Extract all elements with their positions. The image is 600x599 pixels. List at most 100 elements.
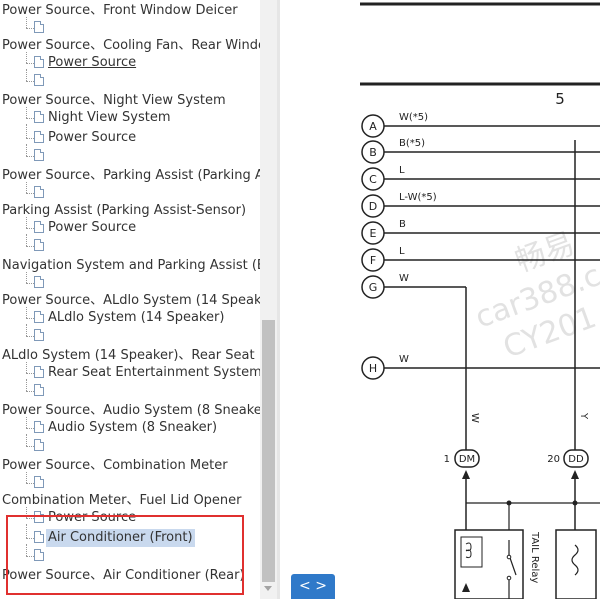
connector-e-label: E: [370, 227, 377, 240]
tree-parent-item[interactable]: Power Source、Air Conditioner (Rear): [2, 567, 244, 585]
wire-label-y-vertical: Y: [578, 412, 589, 420]
document-icon: [34, 21, 44, 33]
tree-connector: [26, 63, 34, 64]
connector-f-label: F: [370, 254, 376, 267]
connector-a-label: A: [369, 120, 377, 133]
tree-connector: [26, 272, 27, 283]
tree-connector: [26, 156, 34, 157]
document-icon: [34, 239, 44, 251]
wire-color-label: L: [399, 165, 405, 176]
tree-connector: [26, 379, 27, 391]
tree-connector: [26, 434, 27, 446]
tree-parent-item[interactable]: Power Source、Front Window Deicer: [2, 2, 238, 20]
connector-d-label: D: [369, 200, 377, 213]
wire-color-label: B: [399, 219, 406, 230]
tree-connector: [26, 324, 27, 336]
connector-g-label: G: [369, 281, 378, 294]
terminal-dd-label: DD: [568, 454, 584, 465]
document-icon: [34, 311, 44, 323]
document-icon: [34, 511, 44, 523]
connector-b-label: B: [369, 146, 377, 159]
tree-parent-item[interactable]: Parking Assist (Parking Assist-Sensor): [2, 202, 246, 220]
document-icon: [34, 221, 44, 233]
tree-parent-item[interactable]: Power Source、Combination Meter: [2, 457, 228, 475]
tree-connector: [26, 446, 34, 447]
tree-connector: [26, 538, 34, 539]
tree-connector: [26, 336, 34, 337]
document-icon: [34, 131, 44, 143]
tree-connector: [26, 391, 34, 392]
tree-parent-item[interactable]: Power Source、Audio System (8 Sneaker): [2, 402, 260, 420]
wire-color-label: W(*5): [399, 112, 428, 123]
tree-connector: [26, 373, 34, 374]
tree-parent-item[interactable]: Power Source、ALdlo System (14 Speaker: [2, 292, 260, 310]
tree-connector: [26, 428, 34, 429]
tree-item-label: ALdlo System (14 Speaker): [48, 310, 225, 325]
wiring-diagram-view: 畅易 car388.c CY201 5 A W(*5) B B(*5) C L D L-W(*…: [280, 0, 600, 599]
tree-connector: [26, 107, 27, 118]
wire-label-w-vertical: W: [469, 413, 480, 423]
document-icon: [34, 74, 44, 86]
relay-coil: [460, 536, 483, 568]
wire-color-label: B(*5): [399, 138, 425, 149]
section-number: 5: [555, 90, 565, 108]
wire-color-label: W: [399, 273, 409, 284]
scrollbar-thumb[interactable]: [262, 320, 275, 582]
document-icon: [34, 549, 44, 561]
terminal-dd-arrow-icon: [571, 470, 579, 479]
tree-connector: [26, 28, 34, 29]
tree-item-label: Night View System: [48, 110, 171, 125]
wire-color-label: L: [399, 246, 405, 257]
page-nav-button[interactable]: < >: [291, 574, 335, 599]
tree-connector: [26, 483, 34, 484]
tree-parent-item[interactable]: Power Source、Night View System: [2, 92, 226, 110]
tree-item-label: Air Conditioner (Front): [46, 529, 195, 547]
connector-h-label: H: [369, 362, 377, 375]
tree-parent-item[interactable]: Combination Meter、Fuel Lid Opener: [2, 492, 242, 510]
wire-color-label: L-W(*5): [399, 192, 437, 203]
tree-parent-item[interactable]: Power Source、Parking Assist (Parking As: [2, 167, 260, 185]
tree-item-label: Power Source: [48, 130, 137, 145]
scroll-down-arrow-icon[interactable]: [264, 586, 272, 591]
tree-connector: [26, 472, 27, 483]
tree-connector: [26, 234, 27, 246]
tree-connector: [26, 556, 34, 557]
document-icon: [34, 329, 44, 341]
tree-item-label: Rear Seat Entertainment System: [48, 365, 260, 380]
tree-item-label: Power Source: [48, 220, 137, 235]
tree-item-label: Audio System (8 Sneaker): [48, 420, 218, 435]
tree-connector: [26, 138, 34, 139]
tree-connector: [26, 417, 27, 428]
tree-parent-item[interactable]: Power Source、Cooling Fan、Rear Windo: [2, 37, 260, 55]
document-icon: [34, 384, 44, 396]
pin-number-1: 1: [444, 454, 450, 465]
tree-connector: [26, 524, 27, 538]
document-icon: [34, 111, 44, 123]
relay-label: TAIL Relay: [529, 531, 540, 583]
document-icon: [34, 476, 44, 488]
tree-connector: [26, 246, 34, 247]
document-icon: [34, 56, 44, 68]
tree-scrollbar[interactable]: [260, 0, 277, 599]
tree-connector: [26, 81, 34, 82]
pin-number-20: 20: [547, 454, 560, 465]
document-icon: [34, 421, 44, 433]
document-icon: [34, 186, 44, 198]
junction-dot-2: [572, 500, 578, 506]
document-icon: [34, 366, 44, 378]
terminal-dm-arrow-icon: [462, 470, 470, 479]
tree-connector: [26, 124, 27, 138]
tree-parent-item[interactable]: Navigation System and Parking Assist (Ba: [2, 257, 260, 275]
tree-connector: [26, 362, 27, 373]
tree-connector: [26, 228, 34, 229]
tree-parent-item[interactable]: ALdlo System (14 Speaker)、Rear Seat En: [2, 347, 260, 365]
connector-c-label: C: [369, 173, 377, 186]
tree-connector: [26, 507, 27, 518]
tree-connector: [26, 182, 27, 193]
relay-contact-1: [506, 554, 512, 560]
fuse-box: [555, 529, 597, 599]
document-icon: [34, 531, 44, 543]
relay-contact-2: [506, 575, 512, 581]
terminal-dm-label: DM: [459, 454, 475, 465]
tree-connector: [26, 17, 27, 28]
